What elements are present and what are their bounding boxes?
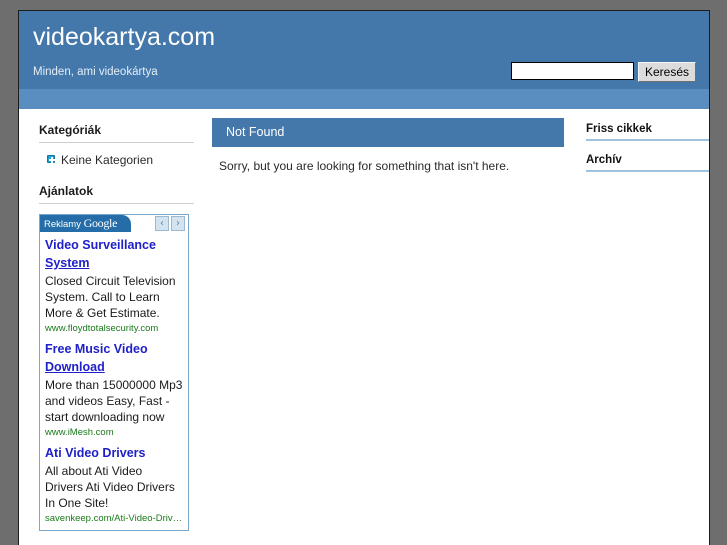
category-label: Keine Kategorien: [61, 153, 154, 167]
categories-list: Keine Kategorien: [39, 143, 194, 170]
ads-header: Reklamy Google ‹ ›: [40, 215, 188, 232]
page-title: Not Found: [212, 118, 564, 147]
page-container: videokartya.com Minden, ami videokártya …: [18, 10, 710, 545]
ad-title-line1: Ati Video Drivers: [45, 446, 146, 460]
sidebar-left: Kategóriák Keine Kategorien Ajánlatok Re…: [39, 109, 194, 531]
ad-title-line1: Video Surveillance: [45, 238, 156, 252]
main-column: Not Found Sorry, but you are looking for…: [212, 109, 564, 174]
ad-title-line2: Download: [45, 360, 105, 374]
site-header: videokartya.com Minden, ami videokártya …: [19, 11, 709, 89]
site-tagline: Minden, ami videokártya: [33, 66, 158, 78]
ad-url[interactable]: savenkeep.com/Ati-Video-Driv…: [45, 513, 183, 524]
ad-item: Ati Video Drivers All about Ati Video Dr…: [40, 440, 188, 526]
chevron-left-icon[interactable]: ‹: [155, 216, 169, 231]
archive-heading: Archív: [586, 141, 709, 172]
offers-heading: Ajánlatok: [39, 170, 194, 204]
ads-nav: ‹ ›: [155, 216, 185, 231]
ad-url[interactable]: www.floydtotalsecurity.com: [45, 323, 183, 334]
chevron-right-icon[interactable]: ›: [171, 216, 185, 231]
google-logo-text: Google: [83, 216, 118, 230]
ad-title-link[interactable]: Ati Video Drivers: [45, 446, 146, 460]
header-accent-band: [19, 89, 709, 109]
plus-square-icon: [47, 155, 55, 163]
ad-title-line1: Free Music Video: [45, 342, 148, 356]
search-form: Keresés: [510, 62, 696, 82]
ad-title-line2: System: [45, 256, 90, 270]
site-title: videokartya.com: [33, 23, 216, 51]
list-item[interactable]: Keine Kategorien: [39, 151, 194, 170]
ad-item: Video Surveillance System Closed Circuit…: [40, 232, 188, 336]
ad-title-link[interactable]: Free Music Video Download: [45, 342, 148, 374]
ads-brand-label: Reklamy Google: [40, 215, 132, 232]
ad-description: More than 15000000 Mp3 and videos Easy, …: [45, 378, 183, 424]
search-input[interactable]: [510, 62, 634, 80]
page-body-text: Sorry, but you are looking for something…: [219, 159, 510, 173]
ad-description: Closed Circuit Television System. Call t…: [45, 274, 176, 320]
ad-description: All about Ati Video Drivers Ati Video Dr…: [45, 464, 175, 510]
sidebar-right: Friss cikkek Archív: [586, 109, 709, 172]
ad-url[interactable]: www.iMesh.com: [45, 427, 183, 438]
ads-label-prefix: Reklamy: [44, 219, 81, 230]
ad-title-link[interactable]: Video Surveillance System: [45, 238, 156, 270]
google-ads-unit: Reklamy Google ‹ › Video Surveillance Sy…: [39, 214, 189, 531]
search-submit-button[interactable]: Keresés: [637, 62, 696, 82]
ad-item: Free Music Video Download More than 1500…: [40, 336, 188, 440]
content-area: Kategóriák Keine Kategorien Ajánlatok Re…: [19, 109, 709, 545]
recent-posts-heading: Friss cikkek: [586, 109, 709, 141]
categories-heading: Kategóriák: [39, 109, 194, 143]
